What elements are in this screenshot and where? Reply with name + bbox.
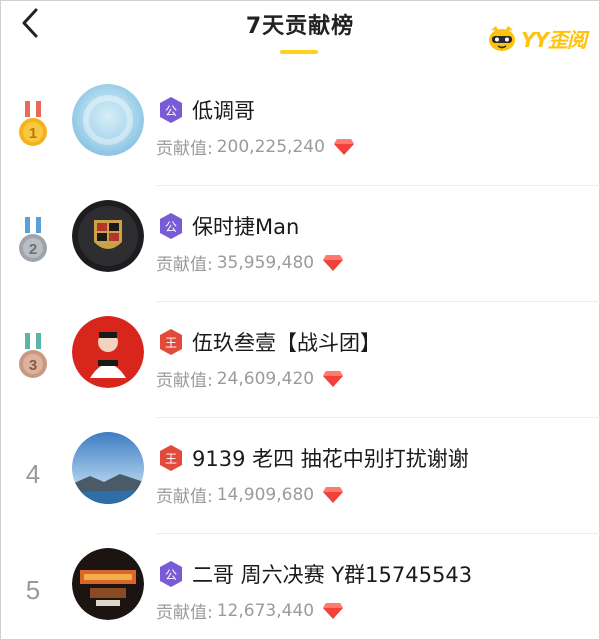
svg-text:公: 公 — [165, 568, 177, 582]
list-item[interactable]: 2 公 保时捷Man 贡献值: 35,959,480 — [0, 186, 600, 302]
contribution-value: 12,673,440 — [216, 600, 315, 621]
avatar[interactable] — [72, 432, 144, 504]
user-name[interactable]: 伍玖叁壹【战斗团】 — [192, 327, 381, 357]
brand-logo: YY歪阅 — [487, 24, 587, 52]
avatar-image — [72, 200, 144, 272]
contribution-value: 14,909,680 — [216, 484, 315, 505]
brand-name: YY歪阅 — [521, 27, 587, 52]
rank-number: 5 — [25, 574, 41, 605]
contribution: 贡献值: 14,909,680 — [156, 482, 344, 507]
avatar-image — [72, 432, 144, 504]
rank-4: 4 — [12, 444, 54, 504]
contribution-value: 35,959,480 — [216, 252, 315, 273]
avatar-image — [72, 84, 144, 156]
list-item[interactable]: 5 公 二哥 周六决赛 Y群15745543 贡献值: 12,673,440 — [0, 534, 600, 640]
diamond-icon — [333, 138, 354, 155]
list-item[interactable]: 3 王 伍玖叁壹【战斗团】 贡献值: 24,609,420 — [0, 302, 600, 418]
contribution-label: 贡献值: — [156, 603, 213, 623]
yy-bear-icon — [489, 26, 516, 51]
avatar[interactable] — [72, 548, 144, 620]
user-name[interactable]: 二哥 周六决赛 Y群15745543 — [192, 559, 472, 589]
noble-badge: 王 — [158, 444, 184, 472]
user-name[interactable]: 保时捷Man — [192, 211, 299, 241]
svg-text:2: 2 — [29, 241, 37, 258]
contribution-value: 200,225,240 — [216, 136, 325, 157]
list-item[interactable]: 1 公 低调哥 贡献值: 200,225,240 — [0, 70, 600, 186]
header: 7天贡献榜 YY歪阅 — [0, 0, 600, 70]
contribution-value: 24,609,420 — [216, 368, 315, 389]
diamond-icon — [323, 486, 344, 503]
contribution: 贡献值: 12,673,440 — [156, 598, 344, 623]
diamond-icon — [323, 370, 344, 387]
rank-2: 2 — [12, 212, 54, 272]
diamond-icon — [323, 602, 344, 619]
avatar[interactable] — [72, 84, 144, 156]
svg-text:3: 3 — [29, 357, 37, 374]
svg-text:1: 1 — [29, 125, 37, 142]
svg-text:王: 王 — [165, 452, 177, 466]
contribution: 贡献值: 35,959,480 — [156, 250, 344, 275]
user-name[interactable]: 低调哥 — [192, 95, 255, 125]
guild-badge: 公 — [158, 96, 184, 124]
avatar[interactable] — [72, 200, 144, 272]
rank-1: 1 — [12, 96, 54, 156]
noble-badge: 王 — [158, 328, 184, 356]
svg-text:公: 公 — [165, 220, 177, 234]
bronze-medal-icon: 3 — [19, 333, 47, 378]
avatar-image — [72, 316, 144, 388]
contribution: 贡献值: 24,609,420 — [156, 366, 344, 391]
list-item[interactable]: 4 王 9139 老四 抽花中别打扰谢谢 贡献值: 14,909,680 — [0, 418, 600, 534]
svg-text:公: 公 — [165, 104, 177, 118]
contribution: 贡献值: 200,225,240 — [156, 134, 355, 159]
user-name[interactable]: 9139 老四 抽花中别打扰谢谢 — [192, 443, 469, 473]
contribution-label: 贡献值: — [156, 487, 213, 507]
guild-badge: 公 — [158, 560, 184, 588]
rank-5: 5 — [12, 560, 54, 620]
rank-number: 4 — [25, 458, 41, 489]
contribution-label: 贡献值: — [156, 255, 213, 275]
active-tab-indicator — [280, 50, 318, 54]
avatar[interactable] — [72, 316, 144, 388]
silver-medal-icon: 2 — [19, 217, 47, 262]
guild-badge: 公 — [158, 212, 184, 240]
contribution-label: 贡献值: — [156, 371, 213, 391]
contribution-label: 贡献值: — [156, 139, 213, 159]
svg-text:王: 王 — [165, 336, 177, 350]
diamond-icon — [323, 254, 344, 271]
rank-3: 3 — [12, 328, 54, 388]
avatar-image — [72, 548, 144, 620]
gold-medal-icon: 1 — [19, 101, 47, 146]
